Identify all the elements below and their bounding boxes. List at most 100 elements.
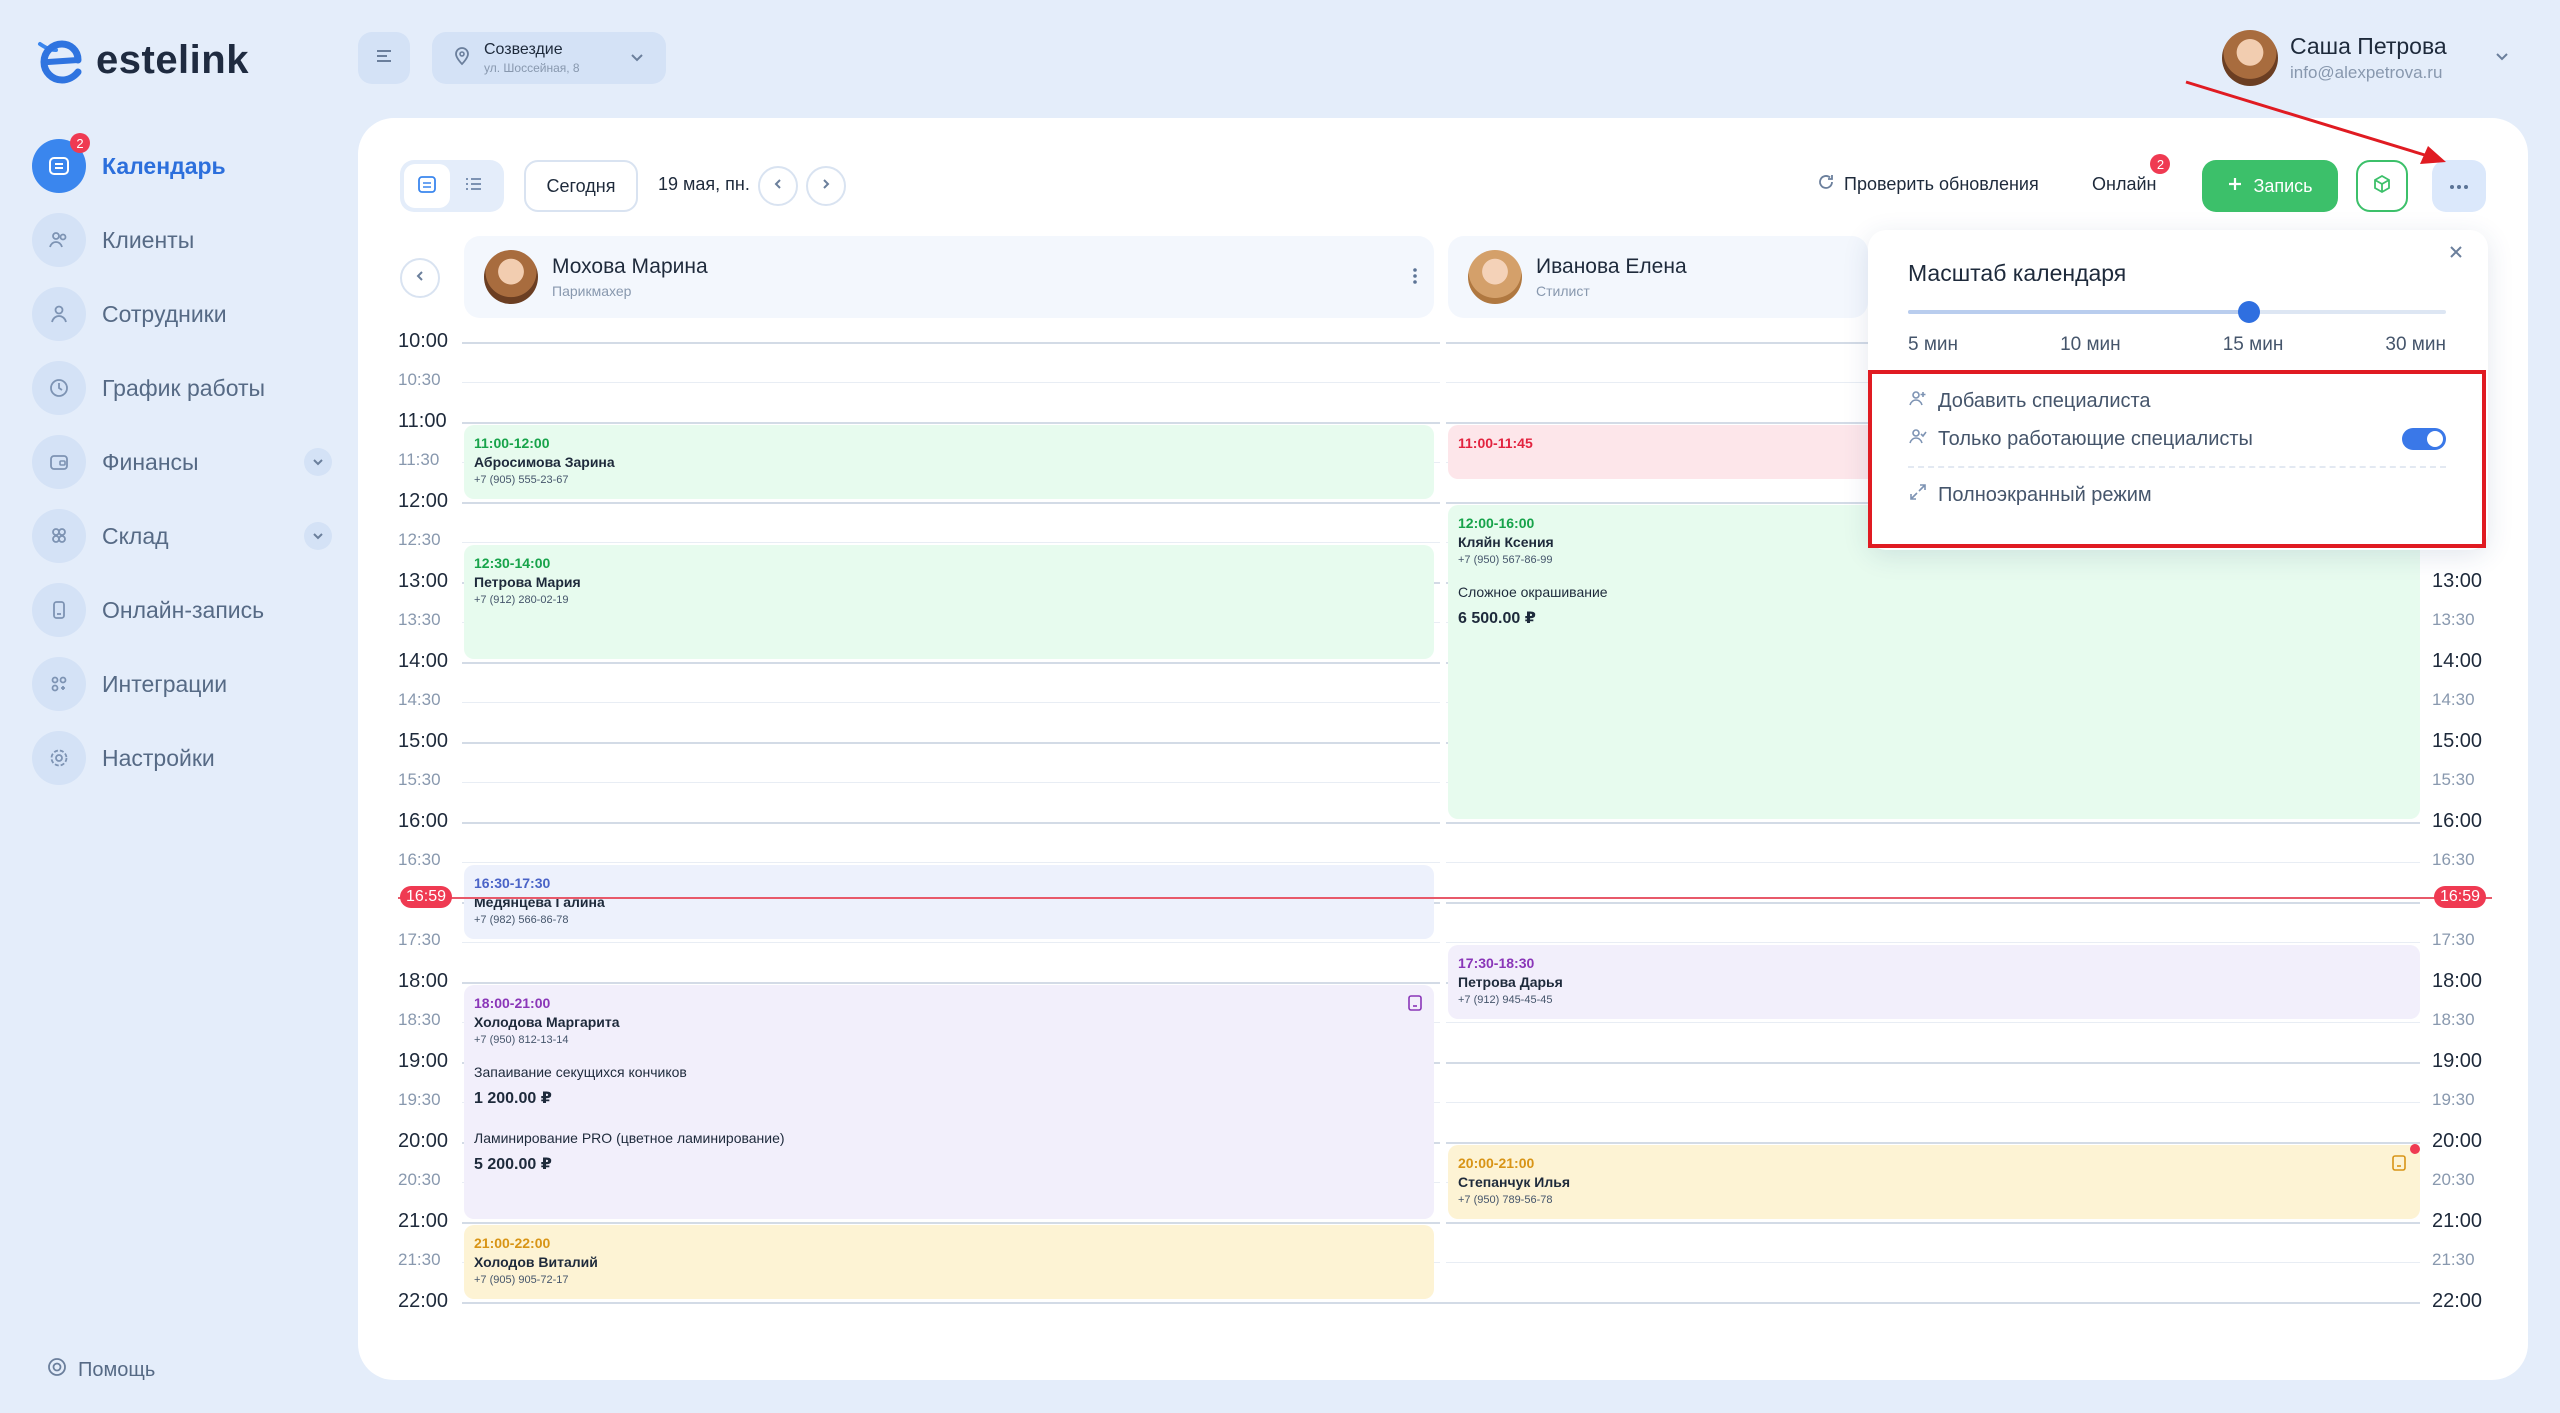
time-label: 12:30	[398, 530, 441, 549]
appointment-card[interactable]: 12:30-14:00 Петрова Мария +7 (912) 280-02-…	[464, 545, 1434, 659]
staff-role: Стилист	[1536, 283, 1590, 299]
more-dots-icon	[2448, 177, 2470, 195]
scale-option[interactable]: 30 мин	[2385, 334, 2446, 356]
wallet-icon	[32, 435, 86, 489]
today-button[interactable]: Сегодня	[524, 160, 638, 212]
refresh-icon	[1816, 172, 1836, 197]
time-label: 16:30	[398, 850, 441, 869]
time-label: 14:30	[2432, 690, 2475, 709]
service-price: 6 500.00 ₽	[1458, 610, 1536, 627]
time-label: 13:00	[2432, 570, 2483, 592]
appointment-time: 12:30-14:00	[474, 555, 551, 571]
sidebar-item-staff[interactable]: Сотрудники	[32, 286, 332, 342]
staff-column-header[interactable]: Иванова Елена Стилист	[1448, 236, 1868, 318]
appointment-card[interactable]: 11:00-12:00 Абросимова Зарина +7 (905) 555…	[464, 425, 1434, 499]
current-date: 19 мая, пн.	[658, 174, 750, 194]
time-label: 20:30	[2432, 1170, 2475, 1189]
appointment-card[interactable]: 20:00-21:00 Степанчук Илья +7 (950) 789-56…	[1448, 1145, 2420, 1219]
scale-option[interactable]: 10 мин	[2060, 334, 2121, 356]
chevron-down-icon[interactable]	[2492, 46, 2512, 71]
time-label: 16:00	[2432, 810, 2483, 832]
menu-icon	[374, 46, 394, 71]
logo-icon	[32, 30, 92, 90]
annotation-arrow	[2185, 80, 2446, 164]
prev-day-button[interactable]	[758, 166, 798, 206]
time-label: 11:00	[398, 410, 447, 432]
time-label: 17:30	[2432, 930, 2475, 949]
chevron-down-icon[interactable]	[304, 522, 332, 550]
location-pin-icon	[452, 46, 472, 71]
online-label: Онлайн	[2092, 174, 2157, 194]
brand-logo[interactable]: estelink	[32, 30, 272, 90]
online-booking-icon	[2390, 1154, 2408, 1177]
appointment-card[interactable]: 16:30-17:30 Медянцева Галина +7 (982) 566-…	[464, 865, 1434, 939]
sidebar-item-label: Сотрудники	[102, 300, 227, 327]
time-label: 19:30	[2432, 1090, 2475, 1109]
time-label: 19:00	[398, 1050, 449, 1072]
sidebar-item-label: Календарь	[102, 152, 226, 179]
check-updates-button[interactable]: Проверить обновления	[1816, 172, 2039, 197]
list-icon	[462, 173, 484, 200]
sidebar-item-settings[interactable]: Настройки	[32, 730, 332, 786]
staff-name: Иванова Елена	[1536, 255, 1687, 278]
check-updates-label: Проверить обновления	[1844, 174, 2039, 194]
time-label: 14:00	[2432, 650, 2483, 672]
staff-column-header[interactable]: Мохова Марина Парикмахер	[464, 236, 1434, 318]
menu-toggle-button[interactable]	[358, 32, 410, 84]
scale-option[interactable]: 5 мин	[1908, 334, 1958, 356]
appointment-card[interactable]: 12:00-16:00 Кляйн Ксения +7 (950) 567-86-9…	[1448, 505, 2420, 819]
next-day-button[interactable]	[806, 166, 846, 206]
chevron-left-icon	[413, 269, 427, 288]
scale-slider[interactable]	[1908, 301, 2446, 323]
scale-slider-handle[interactable]	[2238, 301, 2260, 323]
time-label: 21:30	[2432, 1250, 2475, 1269]
service-price: 5 200.00 ₽	[474, 1156, 552, 1173]
location-selector[interactable]: Созвездие ул. Шоссейная, 8	[432, 32, 666, 84]
chevron-left-icon	[771, 177, 785, 196]
view-switcher	[400, 160, 504, 212]
appointment-time: 18:00-21:00	[474, 995, 551, 1011]
location-name: Созвездие	[484, 41, 563, 58]
list-view-button[interactable]	[450, 164, 496, 208]
phone-icon	[32, 583, 86, 637]
client-name: Абросимова Зарина	[474, 454, 615, 470]
location-address: ул. Шоссейная, 8	[484, 61, 580, 75]
calendar-view-button[interactable]	[404, 164, 450, 208]
help-link[interactable]: Помощь	[46, 1356, 155, 1384]
sidebar-item-finance[interactable]: Финансы	[32, 434, 332, 490]
settings-icon	[32, 731, 86, 785]
sidebar-item-integrations[interactable]: Интеграции	[32, 656, 332, 712]
chevron-down-icon[interactable]	[304, 448, 332, 476]
calendar-icon: 2	[32, 133, 90, 193]
time-label: 19:30	[398, 1090, 441, 1109]
appointment-card[interactable]: 17:30-18:30 Петрова Дарья +7 (912) 945-45-…	[1448, 945, 2420, 1019]
online-button[interactable]: Онлайн 2	[2092, 154, 2171, 195]
calendar-icon	[416, 173, 438, 200]
sidebar-item-schedule[interactable]: График работы	[32, 360, 332, 416]
time-label: 14:00	[398, 650, 449, 672]
sidebar-item-calendar[interactable]: 2 Календарь	[32, 133, 332, 194]
appointment-card[interactable]: 18:00-21:00 Холодова Маргарита +7 (950) 81…	[464, 985, 1434, 1219]
client-name: Степанчук Илья	[1458, 1174, 1570, 1190]
sidebar-item-warehouse[interactable]: Склад	[32, 508, 332, 564]
sidebar-item-clients[interactable]: Клиенты	[32, 212, 332, 268]
client-name: Петрова Дарья	[1458, 974, 1563, 990]
chevron-down-icon	[628, 48, 646, 71]
staff-avatar	[484, 250, 538, 304]
help-icon	[46, 1356, 68, 1384]
sidebar-item-online-booking[interactable]: Онлайн-запись	[32, 582, 332, 638]
prev-staff-button[interactable]	[400, 258, 440, 298]
time-label: 18:30	[398, 1010, 441, 1029]
brand-name: estelink	[96, 37, 249, 82]
scale-option[interactable]: 15 мин	[2223, 334, 2284, 356]
sidebar-item-label: Настройки	[102, 744, 215, 771]
service-price: 1 200.00 ₽	[474, 1090, 552, 1107]
kebab-icon[interactable]	[1412, 266, 1418, 291]
new-record-label: Запись	[2253, 175, 2313, 196]
staff-avatar	[1468, 250, 1522, 304]
appointment-card[interactable]: 21:00-22:00 Холодов Виталий +7 (905) 905-7…	[464, 1225, 1434, 1299]
scale-labels: 5 мин 10 мин 15 мин 30 мин	[1908, 334, 2446, 356]
close-icon[interactable]	[2446, 242, 2466, 267]
sidebar-item-label: Клиенты	[102, 226, 195, 253]
grid-line	[462, 1302, 2420, 1304]
